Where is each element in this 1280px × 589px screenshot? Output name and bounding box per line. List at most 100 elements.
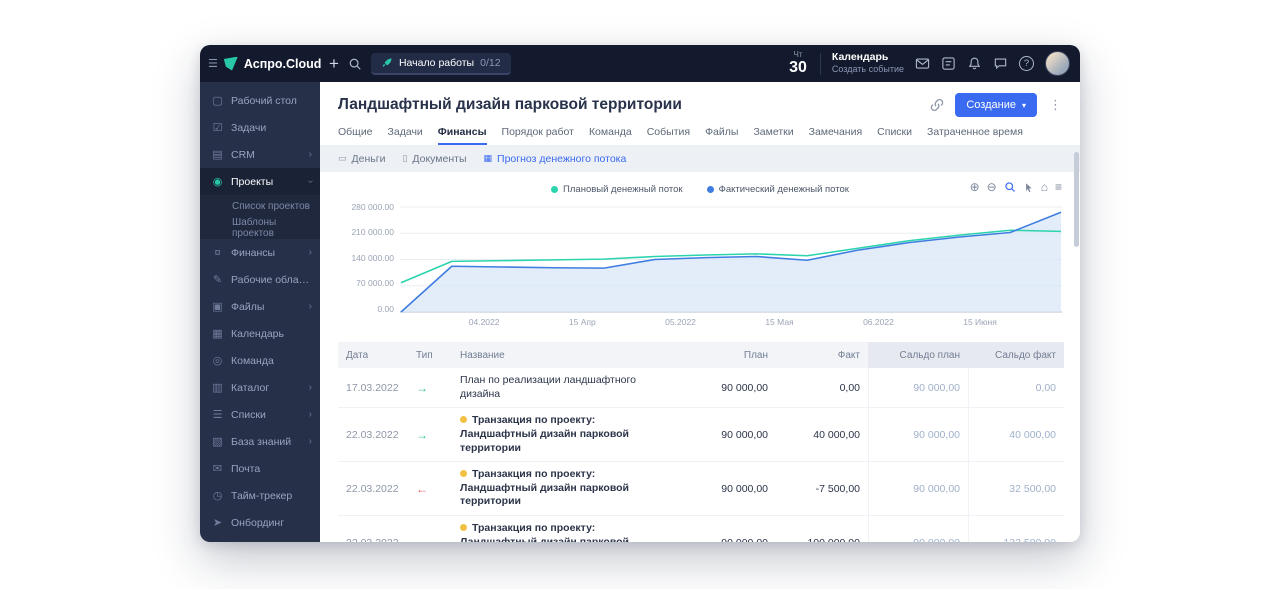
calendar-icon: ▦ xyxy=(212,328,223,340)
tab-general[interactable]: Общие xyxy=(338,121,373,145)
tab-remarks[interactable]: Замечания xyxy=(809,121,863,145)
table-row[interactable]: 22.03.2022 → Транзакция по проекту: Ланд… xyxy=(338,516,1064,542)
catalog-icon: ▥ xyxy=(212,382,223,394)
calendar-subtitle: Создать событие xyxy=(831,64,904,75)
sidebar-item-desktop[interactable]: ▢ Рабочий стол xyxy=(200,87,320,114)
row-name[interactable]: Транзакция по проекту: Ландшафтный дизай… xyxy=(452,516,684,542)
sidebar-item-project-templates[interactable]: Шаблоны проектов xyxy=(200,217,320,239)
sidebar-item-tasks[interactable]: ☑ Задачи xyxy=(200,114,320,141)
chevron-down-icon: ▾ xyxy=(1021,100,1026,110)
sidebar-item-crm[interactable]: ▤ CRM › xyxy=(200,141,320,168)
scrollbar[interactable] xyxy=(1074,152,1079,247)
col-plan[interactable]: План xyxy=(684,350,776,361)
sidebar-item-calendar[interactable]: ▦ Календарь xyxy=(200,320,320,347)
user-avatar[interactable] xyxy=(1045,51,1070,76)
row-name[interactable]: План по реализации ландшафтного дизайна xyxy=(452,368,684,407)
notes-icon[interactable] xyxy=(941,56,956,71)
table-row[interactable]: 22.03.2022 → Транзакция по проекту: Ланд… xyxy=(338,408,1064,463)
main-content: Ландшафтный дизайн парковой территории С… xyxy=(320,82,1080,542)
copy-link-icon[interactable] xyxy=(929,97,945,113)
chart-menu-icon[interactable]: ≡ xyxy=(1055,181,1062,193)
sidebar-item-mail[interactable]: ✉ Почта xyxy=(200,455,320,482)
chart-controls: ⊕ ⊖ ⌂ ≡ xyxy=(970,181,1062,193)
chevron-right-icon: › xyxy=(308,382,312,393)
notifications-bell-icon[interactable] xyxy=(967,56,982,71)
quick-add-button[interactable]: + xyxy=(329,55,339,72)
lists-icon: ☰ xyxy=(212,409,223,421)
tab-notes[interactable]: Заметки xyxy=(753,121,793,145)
table-row[interactable]: 22.03.2022 ← Транзакция по проекту: Ланд… xyxy=(338,462,1064,517)
mail-icon: ✉ xyxy=(212,463,223,475)
tab-events[interactable]: События xyxy=(647,121,690,145)
row-name[interactable]: Транзакция по проекту: Ландшафтный дизай… xyxy=(452,462,684,515)
tab-tasks[interactable]: Задачи xyxy=(388,121,423,145)
tab-lists[interactable]: Списки xyxy=(877,121,912,145)
sidebar-item-finance[interactable]: ¤ Финансы › xyxy=(200,239,320,266)
today-date[interactable]: Чт 30 xyxy=(789,51,807,76)
chart-x-axis: 04.2022 15 Апр 05.2022 15 Мая 06.2022 15… xyxy=(468,317,997,327)
sidebar-item-catalog[interactable]: ▥ Каталог › xyxy=(200,374,320,401)
sidebar-item-project-list[interactable]: Список проектов xyxy=(200,195,320,217)
logo-text[interactable]: Аспро.Cloud xyxy=(244,57,322,71)
cashflow-plot[interactable] xyxy=(400,203,1062,313)
tab-files[interactable]: Файлы xyxy=(705,121,738,145)
files-icon: ▣ xyxy=(212,301,223,313)
sidebar-item-team[interactable]: ◎ Команда xyxy=(200,347,320,374)
col-fact[interactable]: Факт xyxy=(776,350,868,361)
chevron-right-icon: › xyxy=(308,409,312,420)
more-options-icon[interactable]: ⋮ xyxy=(1047,97,1064,113)
sidebar-group-projects: ◉ Проекты › Список проектов Шаблоны прое… xyxy=(200,168,320,239)
sidebar-item-knowledge-base[interactable]: ▧ База знаний › xyxy=(200,428,320,455)
sidebar-item-lists[interactable]: ☰ Списки › xyxy=(200,401,320,428)
onboarding-label: Начало работы xyxy=(398,56,475,69)
sidebar-item-workspaces[interactable]: ✎ Рабочие области xyxy=(200,266,320,293)
status-dot xyxy=(460,470,467,478)
sidebar-item-onboarding[interactable]: ➤ Онбординг xyxy=(200,509,320,536)
calendar-shortcut[interactable]: Календарь Создать событие xyxy=(832,51,904,75)
chat-icon[interactable] xyxy=(993,56,1008,71)
project-tabs: Общие Задачи Финансы Порядок работ Коман… xyxy=(320,121,1080,145)
col-saldo-fact[interactable]: Сальдо факт xyxy=(968,342,1064,368)
row-name[interactable]: Транзакция по проекту: Ландшафтный дизай… xyxy=(452,408,684,461)
subtab-documents[interactable]: ▯ Документы xyxy=(402,153,466,165)
money-icon: ▭ xyxy=(338,153,347,163)
hamburger-menu-icon[interactable]: ☰ xyxy=(208,57,218,70)
onboarding-icon: ➤ xyxy=(212,517,223,529)
mail-icon[interactable] xyxy=(915,56,930,71)
topbar-divider xyxy=(819,52,821,75)
tab-work-order[interactable]: Порядок работ xyxy=(502,121,574,145)
table-header-row: Дата Тип Название План Факт Сальдо план … xyxy=(338,342,1064,368)
tasks-icon: ☑ xyxy=(212,122,223,134)
tab-team[interactable]: Команда xyxy=(589,121,632,145)
col-name[interactable]: Название xyxy=(452,350,684,361)
income-arrow-icon: → xyxy=(416,427,428,442)
zoom-in-icon[interactable]: ⊕ xyxy=(970,181,980,193)
help-icon[interactable]: ? xyxy=(1019,56,1034,71)
finance-icon: ¤ xyxy=(214,246,221,259)
logo-icon xyxy=(223,56,238,71)
create-button[interactable]: Создание ▾ xyxy=(955,93,1037,117)
col-date[interactable]: Дата xyxy=(338,350,408,361)
desktop-icon: ▢ xyxy=(212,95,223,107)
legend-fact[interactable]: Фактический денежный поток xyxy=(706,184,849,195)
col-type[interactable]: Тип xyxy=(408,350,452,361)
pointer-tool-icon[interactable] xyxy=(1023,182,1034,193)
tab-time-spent[interactable]: Затраченное время xyxy=(927,121,1023,145)
sidebar-item-files[interactable]: ▣ Файлы › xyxy=(200,293,320,320)
sidebar-item-time-tracker[interactable]: ◷ Тайм-трекер xyxy=(200,482,320,509)
crm-icon: ▤ xyxy=(212,149,223,161)
home-icon[interactable]: ⌂ xyxy=(1041,181,1048,193)
sidebar-item-projects[interactable]: ◉ Проекты › xyxy=(200,168,320,195)
legend-plan[interactable]: Плановый денежный поток xyxy=(551,184,683,195)
chevron-right-icon: › xyxy=(308,301,312,312)
search-icon[interactable] xyxy=(348,57,362,71)
zoom-select-icon[interactable] xyxy=(1004,181,1016,193)
subtab-money[interactable]: ▭ Деньги xyxy=(338,153,385,165)
onboarding-progress-button[interactable]: Начало работы 0/12 xyxy=(370,52,511,75)
tab-finance[interactable]: Финансы xyxy=(438,121,487,145)
subtab-cashflow-forecast[interactable]: ▦ Прогноз денежного потока xyxy=(484,153,627,165)
table-row[interactable]: 17.03.2022 → План по реализации ландшафт… xyxy=(338,368,1064,409)
calendar-title: Календарь xyxy=(831,51,889,64)
col-saldo-plan[interactable]: Сальдо план xyxy=(868,342,968,368)
zoom-out-icon[interactable]: ⊖ xyxy=(987,181,997,193)
